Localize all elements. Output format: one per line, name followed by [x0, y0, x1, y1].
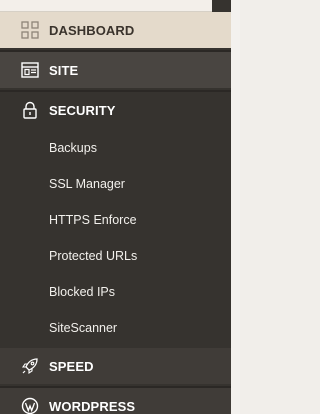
sidebar-item-label: DASHBOARD [49, 22, 135, 38]
sidebar-item-label: SPEED [49, 358, 94, 374]
sidebar-item-speed[interactable]: SPEED [0, 348, 231, 384]
submenu-item-label: Backups [49, 141, 97, 155]
rocket-icon [21, 357, 39, 375]
submenu-item-label: SiteScanner [49, 321, 118, 335]
submenu-item-protected-urls[interactable]: Protected URLs [49, 238, 219, 274]
sidebar-item-site[interactable]: SITE [0, 52, 231, 88]
sidebar-item-label: SITE [49, 62, 79, 78]
submenu-item-backups[interactable]: Backups [49, 130, 219, 166]
submenu-item-label: HTTPS Enforce [49, 213, 137, 227]
security-submenu: Backups SSL Manager HTTPS Enforce Protec… [0, 130, 231, 346]
submenu-item-ssl-manager[interactable]: SSL Manager [49, 166, 219, 202]
sidebar-item-wordpress[interactable]: WORDPRESS [0, 388, 231, 414]
sidebar-item-label: WORDPRESS [49, 398, 136, 414]
lock-icon [21, 101, 39, 119]
sidebar-item-security[interactable]: SECURITY [0, 92, 231, 128]
browser-window-icon [21, 61, 39, 79]
grid-icon [21, 21, 39, 39]
submenu-item-label: Blocked IPs [49, 285, 116, 299]
submenu-item-https-enforce[interactable]: HTTPS Enforce [49, 202, 219, 238]
submenu-item-label: SSL Manager [49, 177, 125, 191]
wordpress-icon [21, 397, 39, 414]
submenu-item-sitescanner[interactable]: SiteScanner [49, 310, 219, 346]
page-background-strip [231, 0, 240, 414]
sidebar-nav: DASHBOARD SITE SECURITY Backups SSL Mana… [0, 0, 231, 414]
sidebar-item-dashboard[interactable]: DASHBOARD [0, 12, 231, 48]
sidebar-item-label: SECURITY [49, 102, 116, 118]
submenu-item-blocked-ips[interactable]: Blocked IPs [49, 274, 219, 310]
submenu-item-label: Protected URLs [49, 249, 138, 263]
